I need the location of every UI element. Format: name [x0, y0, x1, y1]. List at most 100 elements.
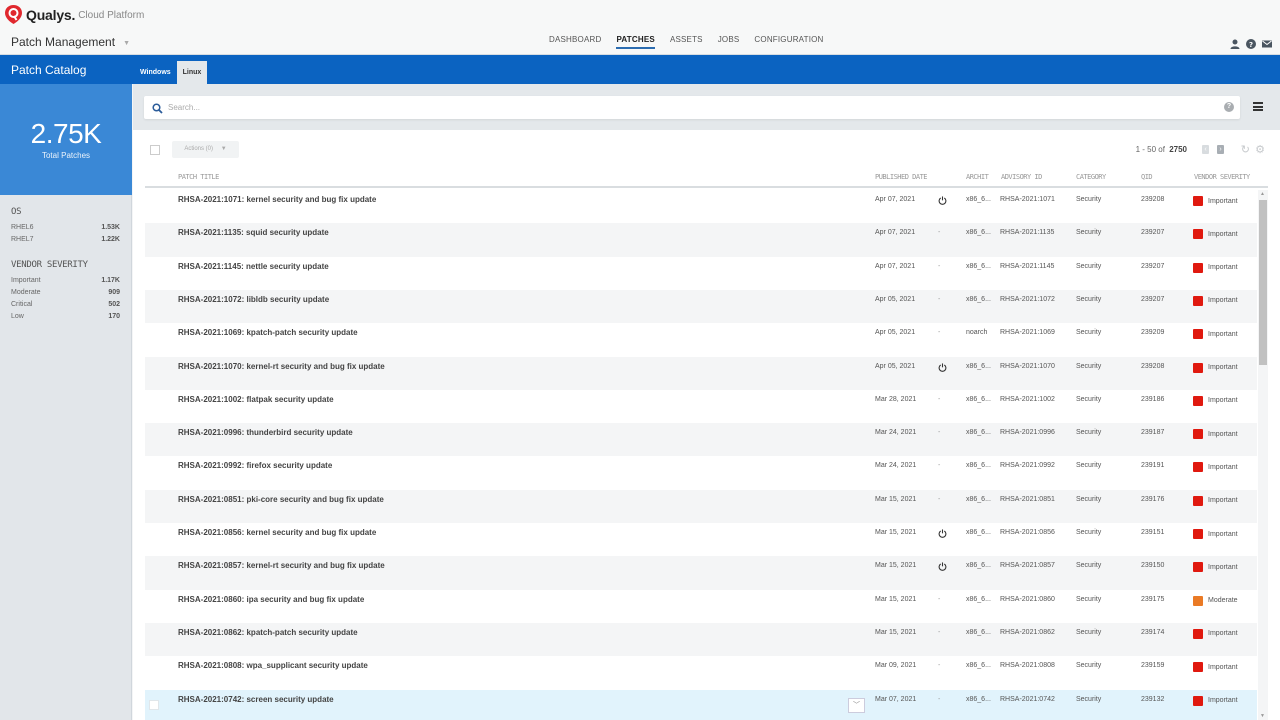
patch-title[interactable]: RHSA-2021:0857: kernel-rt security and b…: [178, 561, 385, 570]
severity-label: Important: [1208, 463, 1238, 471]
published-date: Mar 15, 2021: [875, 628, 917, 636]
col-vendor-severity[interactable]: VENDOR SEVERITY: [1194, 173, 1250, 181]
search-help-icon[interactable]: ?: [1224, 102, 1234, 112]
patch-title[interactable]: RHSA-2021:0996: thunderbird security upd…: [178, 428, 353, 437]
top-icons: ?: [1230, 36, 1272, 49]
advisory-id: RHSA-2021:1071: [1000, 196, 1055, 203]
scroll-down-icon[interactable]: ▼: [1260, 713, 1265, 719]
table-row[interactable]: RHSA-2021:1071: kernel security and bug …: [145, 190, 1257, 223]
patch-title[interactable]: RHSA-2021:1135: squid security update: [178, 228, 329, 237]
filter-count: 1.22K: [101, 236, 120, 243]
col-category[interactable]: CATEGORY: [1076, 173, 1106, 181]
severity-filter-item[interactable]: Moderate 909: [11, 287, 120, 299]
published-date: Apr 05, 2021: [875, 362, 916, 370]
qualys-logo[interactable]: Qualys. Cloud Platform: [5, 5, 144, 24]
vendor-severity: Important: [1193, 429, 1238, 440]
table-row[interactable]: RHSA-2021:0992: firefox security update M…: [145, 456, 1257, 489]
brand-name: Qualys.: [26, 6, 76, 23]
patch-title[interactable]: RHSA-2021:0862: kpatch-patch security up…: [178, 628, 358, 637]
col-published-date[interactable]: PUBLISHED DATE: [875, 173, 928, 181]
nav-dashboard[interactable]: DASHBOARD: [549, 35, 601, 55]
nav-configuration[interactable]: CONFIGURATION: [754, 35, 823, 55]
vendor-severity: Important: [1193, 295, 1238, 306]
patch-title[interactable]: RHSA-2021:0992: firefox security update: [178, 461, 332, 470]
published-date: Mar 09, 2021: [875, 662, 917, 670]
severity-filter-item[interactable]: Important 1.17K: [11, 275, 120, 287]
pager-range: 1 - 50 of: [1135, 145, 1165, 154]
os-filter-item[interactable]: RHEL7 1.22K: [11, 234, 120, 246]
actions-dropdown[interactable]: Actions (0) ▼: [172, 141, 239, 158]
advisory-id: RHSA-2021:0992: [1000, 462, 1055, 470]
patch-title[interactable]: RHSA-2021:0856: kernel security and bug …: [178, 528, 376, 537]
patch-title[interactable]: RHSA-2021:0851: pki-core security and bu…: [178, 495, 384, 504]
prev-page-button[interactable]: ‹: [1202, 145, 1209, 154]
patch-title[interactable]: RHSA-2021:1145: nettle security update: [178, 262, 329, 271]
vendor-severity: Important: [1193, 695, 1238, 706]
hamburger-menu-icon[interactable]: [1253, 102, 1263, 111]
nav-patches[interactable]: PATCHES: [616, 35, 656, 55]
patch-title[interactable]: RHSA-2021:1070: kernel-rt security and b…: [178, 362, 385, 371]
qid: 239174: [1141, 628, 1165, 636]
patch-title[interactable]: RHSA-2021:0808: wpa_supplicant security …: [178, 661, 368, 670]
table-row[interactable]: RHSA-2021:0808: wpa_supplicant security …: [145, 656, 1257, 689]
published-date: Mar 28, 2021: [875, 395, 917, 403]
app-switcher[interactable]: Patch Management ▼: [11, 35, 130, 49]
table-row[interactable]: RHSA-2021:0856: kernel security and bug …: [145, 523, 1257, 556]
col-architecture[interactable]: ARCHIT: [966, 173, 989, 181]
table-row[interactable]: RHSA-2021:1070: kernel-rt security and b…: [145, 356, 1257, 390]
user-icon[interactable]: [1230, 36, 1240, 49]
architecture: x86_6...: [966, 562, 991, 570]
patch-title[interactable]: RHSA-2021:1072: libldb security update: [178, 295, 329, 304]
table-row[interactable]: RHSA-2021:1145: nettle security update Ap…: [145, 257, 1257, 290]
row-expand-button[interactable]: ﹀: [848, 697, 865, 713]
severity-label: Important: [1208, 530, 1238, 538]
table-row[interactable]: RHSA-2021:1072: libldb security update Ap…: [145, 289, 1257, 324]
table-row[interactable]: RHSA-2021:1002: flatpak security update M…: [145, 390, 1257, 423]
severity-filter-item[interactable]: Low 170: [11, 311, 120, 323]
table-row[interactable]: RHSA-2021:0862: kpatch-patch security up…: [145, 622, 1257, 657]
table-row[interactable]: ﹀ RHSA-2021:0742: screen security update M…: [145, 689, 1257, 720]
table-row[interactable]: RHSA-2021:1069: kpatch-patch security up…: [145, 323, 1257, 356]
patch-title[interactable]: RHSA-2021:0742: screen security update: [178, 695, 334, 704]
scroll-thumb[interactable]: [1259, 200, 1267, 365]
select-all-checkbox[interactable]: [150, 145, 160, 155]
severity-label: Important: [1208, 563, 1238, 571]
table-row[interactable]: RHSA-2021:0851: pki-core security and bu…: [145, 489, 1257, 523]
os-filter-item[interactable]: RHEL6 1.53K: [11, 222, 120, 234]
tab-linux[interactable]: Linux: [176, 61, 208, 84]
table-row[interactable]: RHSA-2021:0857: kernel-rt security and b…: [145, 556, 1257, 590]
search-input[interactable]: [168, 100, 1208, 115]
filter-label: RHEL6: [11, 224, 34, 231]
pagination-info: 1 - 50 of 2750: [1136, 145, 1187, 154]
tab-windows[interactable]: Windows: [134, 61, 177, 84]
table-row[interactable]: RHSA-2021:1135: squid security update Apr…: [145, 223, 1257, 257]
patch-title[interactable]: RHSA-2021:1071: kernel security and bug …: [178, 195, 376, 204]
reboot-not-required: -: [938, 395, 941, 403]
help-icon[interactable]: ?: [1246, 36, 1256, 49]
mail-icon[interactable]: [1262, 36, 1272, 48]
col-patch-title[interactable]: PATCH TITLE: [178, 173, 219, 181]
filter-count: 170: [108, 313, 120, 320]
nav-assets[interactable]: ASSETS: [670, 35, 703, 55]
patch-title[interactable]: RHSA-2021:1069: kpatch-patch security up…: [178, 328, 358, 337]
next-page-button[interactable]: ›: [1217, 145, 1224, 154]
gear-icon[interactable]: ⚙: [1255, 143, 1265, 156]
table-row[interactable]: RHSA-2021:0996: thunderbird security upd…: [145, 423, 1257, 457]
filter-count: 1.17K: [101, 277, 120, 284]
scroll-up-icon[interactable]: ▲: [1260, 191, 1265, 197]
patch-title[interactable]: RHSA-2021:0860: ipa security and bug fix…: [178, 595, 364, 604]
table-scrollbar[interactable]: ▲ ▼: [1258, 190, 1268, 720]
col-qid[interactable]: QID: [1141, 173, 1153, 181]
patch-title[interactable]: RHSA-2021:1002: flatpak security update: [178, 395, 334, 404]
qid: 239207: [1141, 295, 1165, 303]
refresh-icon[interactable]: ↻: [1241, 143, 1250, 156]
advisory-id: RHSA-2021:0862: [1000, 628, 1055, 636]
severity-indicator-icon: [1193, 562, 1203, 573]
severity-indicator-icon: [1193, 529, 1203, 539]
col-advisory-id[interactable]: ADVISORY ID: [1001, 173, 1042, 181]
severity-filter-item[interactable]: Critical 502: [11, 299, 120, 311]
nav-jobs[interactable]: JOBS: [718, 35, 740, 55]
row-checkbox[interactable]: [149, 699, 159, 710]
qid: 239191: [1141, 462, 1165, 470]
table-row[interactable]: RHSA-2021:0860: ipa security and bug fix…: [145, 590, 1257, 623]
